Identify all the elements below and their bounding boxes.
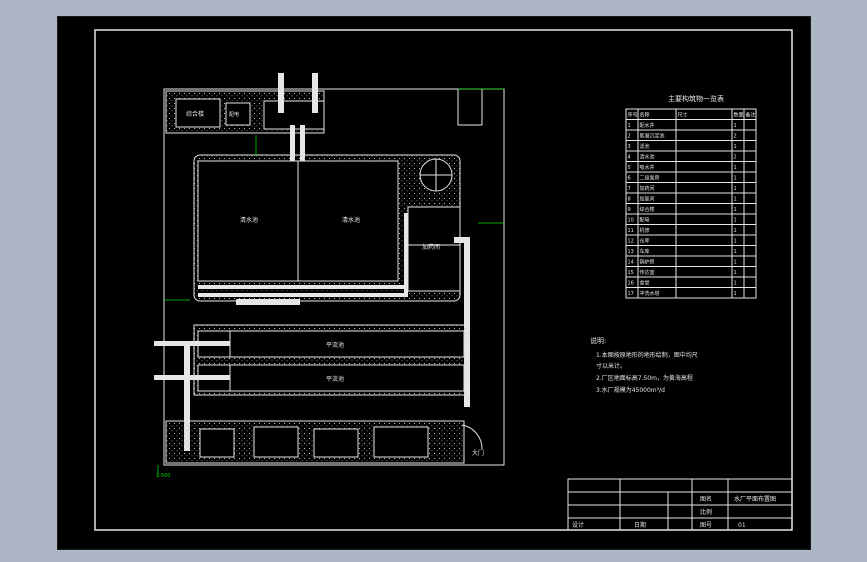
table-cell: 传达室 xyxy=(640,269,655,276)
sheet-no: 01 xyxy=(738,522,746,529)
table-cell: 1 xyxy=(734,218,737,224)
table-cell: 加氯间 xyxy=(640,196,655,203)
table-cell: 配水井 xyxy=(640,122,655,129)
table-cell: 15 xyxy=(628,270,634,276)
table-cell: 11 xyxy=(628,228,634,234)
table-cell: 加药间 xyxy=(640,185,655,192)
note-line-3: 2.厂区地面标高7.50m，为黄海高程 xyxy=(596,374,693,382)
pipe-v-1 xyxy=(404,213,408,293)
pipe-h-2 xyxy=(198,293,408,297)
table-cell: 1 xyxy=(734,197,737,203)
inlet-pipe-1 xyxy=(154,341,230,346)
table-header-cell: 序号 xyxy=(628,112,638,119)
drawing-name-label: 图名 xyxy=(700,495,712,503)
table-cell: 1 xyxy=(734,123,737,129)
pump-room xyxy=(407,244,461,292)
table-cell: 7 xyxy=(628,186,631,192)
table-cell: 配电 xyxy=(640,217,650,224)
sed-top-label: 平流池 xyxy=(326,341,344,349)
building-b3 xyxy=(313,428,359,458)
table-cell: 10 xyxy=(628,218,634,224)
tank-left-label: 清水池 xyxy=(240,216,258,224)
sheet-no-label: 图号 xyxy=(700,522,712,529)
table-cell: 1 xyxy=(734,176,737,182)
filter-room xyxy=(407,206,461,246)
table-cell: 12 xyxy=(628,239,634,245)
pump-room-label: 加药间 xyxy=(422,243,440,251)
table-cell: 17 xyxy=(628,291,634,297)
table-cell: 14 xyxy=(628,260,634,266)
drawing-name: 水厂平面布置图 xyxy=(734,495,776,503)
table-cell: 1 xyxy=(628,123,631,129)
drawing-sheet: 综合楼 配电 清水池 清水池 加药间 平流池 平流池 大门 1:500 主要构筑… xyxy=(57,16,811,550)
table-cell: 5 xyxy=(628,165,631,171)
table-cell: 2 xyxy=(734,155,737,161)
table-cell: 吸水井 xyxy=(640,164,655,171)
scale-field-label: 比例 xyxy=(700,508,712,516)
intake-pipe-right xyxy=(312,73,318,113)
table-cell: 1 xyxy=(734,186,737,192)
table-title: 主要构筑物一览表 xyxy=(668,94,724,103)
structures-table: 序号 名称 尺寸 数量 备注1 配水井 12 絮凝沉淀池 23 滤池 14 清水池 25 吸水井 16 二级泵… xyxy=(625,108,757,299)
gate-swing xyxy=(461,424,483,450)
table-cell: 1 xyxy=(734,270,737,276)
table-cell: 6 xyxy=(628,176,631,182)
table-header-cell: 名称 xyxy=(640,112,650,119)
table-cell: 1 xyxy=(734,228,737,234)
pipe-h-1 xyxy=(198,285,408,289)
scale-label: 1:500 xyxy=(156,473,170,479)
title-block xyxy=(567,478,793,531)
table-cell: 2 xyxy=(628,134,631,140)
table-cell: 机修 xyxy=(640,227,650,234)
note-line-2: 寸以米计。 xyxy=(596,362,626,370)
table-cell: 1 xyxy=(734,144,737,150)
table-cell: 锅炉房 xyxy=(640,259,655,266)
table-cell: 9 xyxy=(628,207,631,213)
site-plan-drawing: 综合楼 配电 清水池 清水池 加药间 平流池 平流池 大门 1:500 主要构筑… xyxy=(94,29,793,531)
table-cell: 1 xyxy=(734,281,737,287)
table-cell: 13 xyxy=(628,249,634,255)
intake-pipe-left xyxy=(278,73,284,113)
pipe-h-3 xyxy=(236,299,300,305)
table-cell: 2 xyxy=(734,134,737,140)
table-cell: 1 xyxy=(734,291,737,297)
table-cell: 16 xyxy=(628,281,634,287)
table-cell: 1 xyxy=(734,165,737,171)
table-cell: 絮凝沉淀池 xyxy=(640,133,665,140)
designer-label: 设计 xyxy=(572,521,584,529)
table-header-cell: 尺寸 xyxy=(678,112,688,119)
table-cell: 综合楼 xyxy=(640,206,655,213)
office-label: 综合楼 xyxy=(186,110,204,118)
table-cell: 食堂 xyxy=(640,280,650,287)
table-cell: 1 xyxy=(734,207,737,213)
power-label: 配电 xyxy=(229,111,239,118)
table-cell: 1 xyxy=(734,260,737,266)
table-cell: 1 xyxy=(734,239,737,245)
building-b2 xyxy=(253,426,299,458)
date-label: 日期 xyxy=(634,521,646,529)
table-cell: 二级泵房 xyxy=(640,175,660,182)
notes-title: 说明: xyxy=(590,336,606,345)
table-cell: 车库 xyxy=(640,248,650,255)
sed-bottom-label: 平流池 xyxy=(326,375,344,383)
tank-right-label: 清水池 xyxy=(342,216,360,224)
table-cell: 仓库 xyxy=(640,238,650,245)
building-b1 xyxy=(199,428,235,458)
table-cell: 清水池 xyxy=(640,154,655,161)
gate-label: 大门 xyxy=(472,449,484,457)
table-cell: 3 xyxy=(628,144,631,150)
table-cell: 4 xyxy=(628,155,631,161)
table-header-cell: 数量 xyxy=(734,112,744,119)
building-b4 xyxy=(373,426,429,458)
inlet-pipe-2 xyxy=(154,375,230,380)
table-header-cell: 备注 xyxy=(746,112,756,119)
table-cell: 滤池 xyxy=(640,143,650,150)
note-line-4: 3.水厂规模为45000m³/d xyxy=(596,386,665,394)
table-cell: 1 xyxy=(734,249,737,255)
note-line-1: 1.本图按原地形的地形绘制，图中均尺 xyxy=(596,351,698,359)
table-cell: 冲洗水塔 xyxy=(640,290,660,297)
table-cell: 8 xyxy=(628,197,631,203)
gate-notch xyxy=(457,89,483,126)
